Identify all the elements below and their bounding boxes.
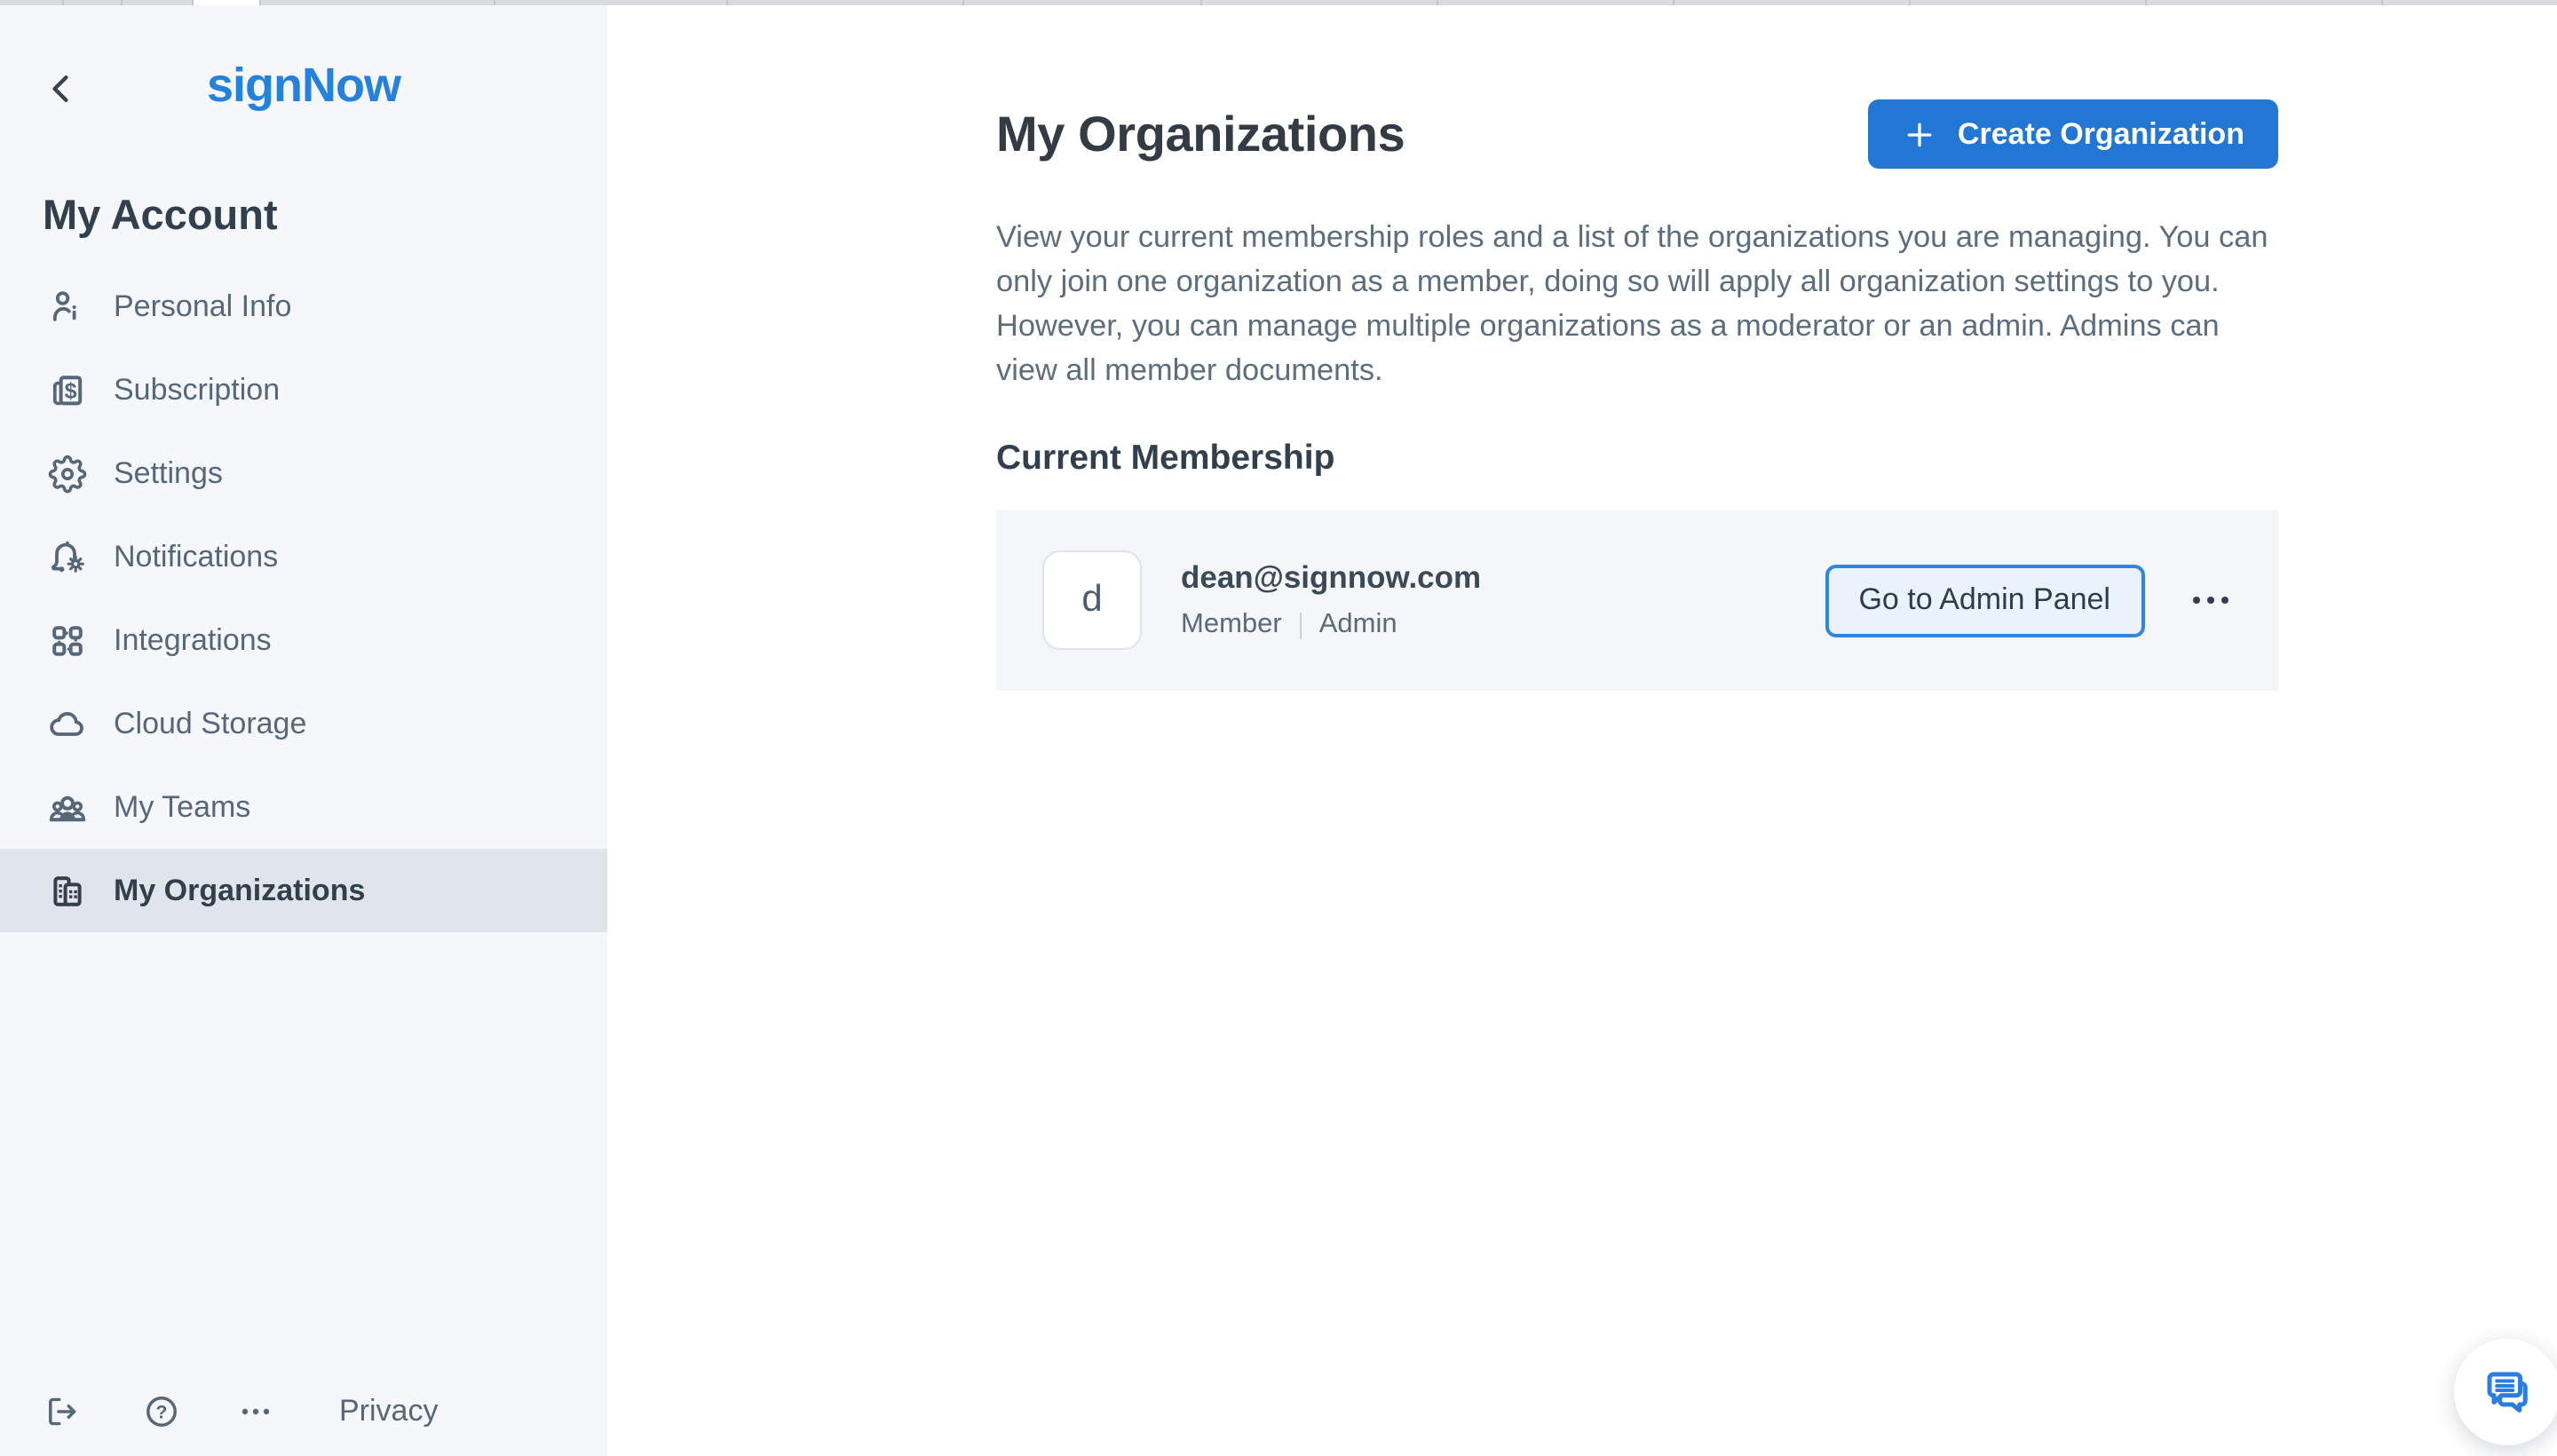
membership-heading: Current Membership [996,439,1335,478]
sidebar-item-label: Subscription [114,372,281,406]
sidebar-item-label: Settings [114,455,223,489]
membership-more-button[interactable] [2189,586,2232,615]
avatar: d [1042,550,1142,650]
sidebar-item-subscription[interactable]: $ Subscription [0,348,607,431]
member-email: dean@signnow.com [1181,559,1482,595]
role-admin: Admin [1318,609,1397,639]
sidebar-item-label: Cloud Storage [114,706,307,740]
member-info: dean@signnow.com Member Admin [1181,559,1481,641]
teams-icon [46,786,89,828]
sidebar-item-my-organizations[interactable]: My Organizations [0,849,607,932]
chat-bubbles-icon [2481,1365,2534,1419]
page-title: My Organizations [996,106,1405,161]
help-button[interactable]: ? [142,1392,181,1431]
sidebar-footer: ? Privacy [43,1390,438,1433]
create-organization-button[interactable]: Create Organization [1868,99,2278,169]
notification-bell-icon [46,535,89,578]
sidebar-item-cloud-storage[interactable]: Cloud Storage [0,682,607,765]
membership-card: d dean@signnow.com Member Admin Go to Ad… [996,510,2278,691]
member-roles: Member Admin [1181,609,1481,641]
role-divider [1299,612,1302,638]
logout-icon [43,1392,82,1431]
go-to-admin-panel-button[interactable]: Go to Admin Panel [1825,564,2144,637]
privacy-link[interactable]: Privacy [339,1394,438,1429]
active-tab-sliver [194,0,259,5]
question-mark-icon: ? [142,1392,181,1431]
sidebar-item-label: My Teams [114,789,251,823]
create-organization-label: Create Organization [1957,116,2244,150]
integrations-icon [46,619,89,661]
avatar-initial: d [1081,579,1103,620]
person-info-icon [46,285,89,328]
sidebar-item-label: Integrations [114,622,272,656]
sidebar-item-settings[interactable]: Settings [0,431,607,515]
browser-tabs-strip [0,0,2557,5]
sidebar-item-my-teams[interactable]: My Teams [0,765,607,849]
ellipsis-icon [234,1390,277,1433]
sidebar-nav: Personal Info $ Subscription Settings No… [0,265,607,932]
role-member: Member [1181,609,1282,639]
signnow-logo[interactable]: signNow [0,59,607,114]
more-options-button[interactable] [234,1390,277,1433]
app-root: signNow My Account Personal Info $ Subsc… [0,0,2557,1456]
plus-icon [1903,116,1938,152]
chat-fab-button[interactable] [2454,1339,2557,1445]
sidebar-item-label: Personal Info [114,289,292,322]
sidebar-item-personal-info[interactable]: Personal Info [0,265,607,348]
page-description: View your current membership roles and a… [996,218,2268,387]
sidebar-item-label: Notifications [114,539,279,573]
main-content: My Organizations Create Organization Vie… [996,5,2278,691]
settings-gear-icon [46,452,89,495]
sidebar-section-title: My Account [43,192,278,238]
logout-button[interactable] [43,1392,82,1431]
cloud-icon [46,702,89,745]
svg-text:$: $ [65,378,77,403]
sidebar-item-notifications[interactable]: Notifications [0,515,607,598]
subscription-icon: $ [46,368,89,411]
organizations-icon [46,869,89,912]
sidebar: signNow My Account Personal Info $ Subsc… [0,5,607,1456]
svg-text:?: ? [156,1402,168,1422]
ellipsis-icon [2192,596,2200,605]
sidebar-item-label: My Organizations [114,873,366,906]
sidebar-item-integrations[interactable]: Integrations [0,598,607,682]
